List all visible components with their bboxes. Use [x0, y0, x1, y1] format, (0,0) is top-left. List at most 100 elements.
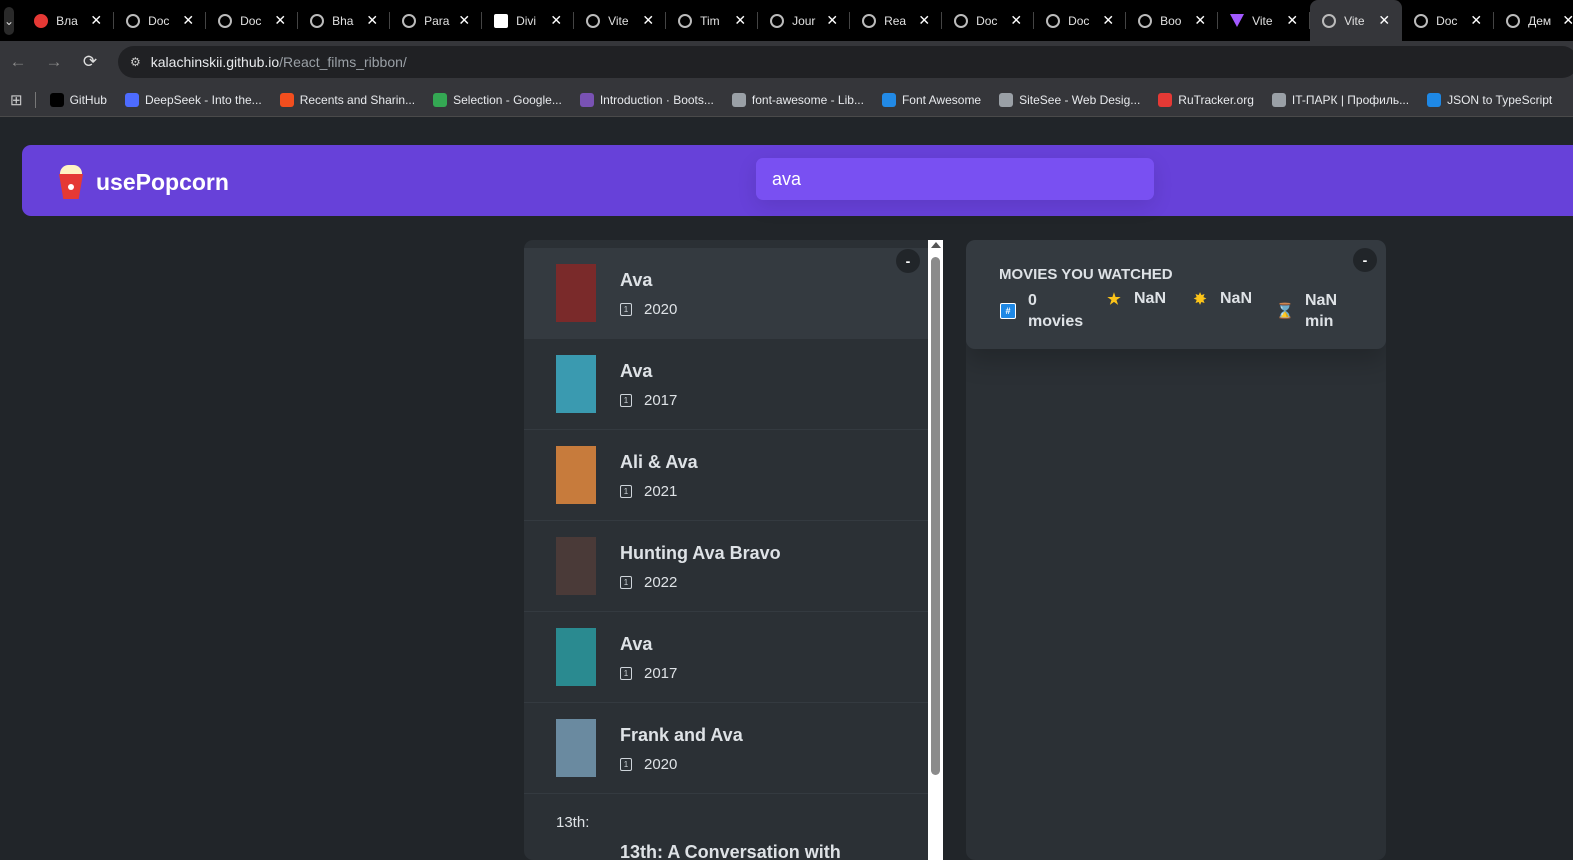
movie-year-row: 1 2020	[620, 301, 677, 318]
globe-icon	[1138, 13, 1153, 28]
browser-tab[interactable]: Doc ✕	[1034, 0, 1127, 41]
close-tab-icon[interactable]: ✕	[826, 12, 838, 29]
browser-tab[interactable]: Vite ✕	[574, 0, 667, 41]
bookmark-favicon-icon	[49, 92, 64, 107]
bookmark-item[interactable]: SiteSee - Web Desig...	[999, 92, 1140, 107]
bookmark-favicon-icon	[124, 92, 139, 107]
imdb-rating-value: NaN	[1134, 290, 1167, 307]
close-tab-icon[interactable]: ✕	[734, 12, 746, 29]
bookmark-favicon-icon	[1427, 92, 1442, 107]
tab-search-button[interactable]: ⌄	[4, 6, 15, 35]
calendar-icon: 1	[620, 485, 632, 498]
bookmark-favicon-icon	[579, 92, 594, 107]
forward-button[interactable]: →	[36, 44, 72, 80]
calendar-icon: 1	[620, 667, 632, 680]
star-icon: ★	[1107, 291, 1121, 308]
bookmark-item[interactable]: DeepSeek - Into the...	[124, 92, 262, 107]
search-input[interactable]	[756, 158, 1154, 200]
back-button[interactable]: ←	[0, 44, 36, 80]
movie-year: 2017	[644, 392, 678, 409]
browser-tab[interactable]: Vite ✕	[1218, 0, 1311, 41]
bookmark-item[interactable]: Selection - Google...	[433, 92, 562, 107]
stat-movies-count: # 0 movies	[1000, 290, 1088, 332]
bookmark-item[interactable]: font-awesome - Lib...	[731, 92, 864, 107]
browser-tab[interactable]: Doc ✕	[942, 0, 1035, 41]
close-tab-icon[interactable]: ✕	[550, 12, 562, 29]
movie-list-item[interactable]: Hunting Ava Bravo 1 2022	[524, 521, 928, 612]
globe-icon	[402, 13, 417, 28]
close-tab-icon[interactable]: ✕	[1562, 12, 1573, 29]
close-tab-icon[interactable]: ✕	[918, 12, 930, 29]
movie-list-item[interactable]: Ava 1 2017	[524, 612, 928, 703]
bookmark-item[interactable]: Font Awesome	[881, 92, 981, 107]
browser-tab[interactable]: Doc ✕	[114, 0, 207, 41]
results-toggle-button[interactable]: -	[896, 249, 920, 273]
browser-tab[interactable]: Boo ✕	[1126, 0, 1219, 41]
movie-list-item[interactable]: Ava 1 2017	[524, 339, 928, 430]
close-tab-icon[interactable]: ✕	[458, 12, 470, 29]
results-scrollbar[interactable]	[928, 240, 943, 860]
browser-tab[interactable]: Vite ✕	[1310, 0, 1403, 41]
browser-tab[interactable]: Bha ✕	[298, 0, 391, 41]
browser-tab-strip: ⌄ Вла ✕ Doc ✕ Doc ✕ Bha ✕ Para ✕ Divi ✕ Vite ✕ Tim ✕ Jou…	[0, 0, 1573, 41]
browser-tab[interactable]: Divi ✕	[482, 0, 575, 41]
close-tab-icon[interactable]: ✕	[366, 12, 378, 29]
browser-tab[interactable]: Doc ✕	[206, 0, 299, 41]
bookmark-label: DeepSeek - Into the...	[144, 92, 262, 107]
close-tab-icon[interactable]: ✕	[1194, 12, 1206, 29]
close-tab-icon[interactable]: ✕	[182, 12, 194, 29]
url-host: kalachinskii.github.io	[150, 54, 280, 70]
globe-icon	[862, 13, 877, 28]
address-bar[interactable]: ⚙ kalachinskii.github.io/React_films_rib…	[118, 46, 1573, 78]
browser-tab[interactable]: Rea ✕	[850, 0, 943, 41]
movie-list-item[interactable]: Frank and Ava 1 2020	[524, 703, 928, 794]
browser-toolbar: ← → ⟳ ⚙ kalachinskii.github.io/React_fil…	[0, 41, 1573, 83]
close-tab-icon[interactable]: ✕	[642, 12, 654, 29]
popcorn-icon	[58, 165, 84, 199]
apps-grid-icon[interactable]: ⊞	[10, 91, 23, 109]
browser-tab[interactable]: Дем ✕	[1494, 0, 1573, 41]
close-tab-icon[interactable]: ✕	[90, 12, 102, 29]
movie-poster: 13th:	[556, 814, 590, 831]
bookmark-item[interactable]: RuTracker.org	[1158, 92, 1254, 107]
bookmark-item[interactable]: GitHub	[49, 92, 107, 107]
movie-year-row: 1 2020	[620, 756, 677, 773]
site-info-icon[interactable]: ⚙	[130, 55, 141, 69]
browser-tab[interactable]: Para ✕	[390, 0, 483, 41]
bookmark-label: Recents and Sharin...	[299, 92, 416, 107]
close-tab-icon[interactable]: ✕	[1010, 12, 1022, 29]
close-tab-icon[interactable]: ✕	[1470, 12, 1482, 29]
movie-year: 2022	[644, 574, 678, 591]
stat-runtime: ⌛ NaN min	[1276, 290, 1365, 332]
globe-icon	[1506, 13, 1521, 28]
bookmark-favicon-icon	[1158, 92, 1173, 107]
calendar-icon: 1	[620, 303, 632, 316]
close-tab-icon[interactable]: ✕	[1102, 12, 1114, 29]
tab-title: Divi	[516, 13, 537, 28]
watched-toggle-button[interactable]: -	[1353, 248, 1377, 272]
scroll-up-arrow-icon[interactable]	[931, 242, 941, 248]
movie-list-item[interactable]: Ali & Ava 1 2021	[524, 430, 928, 521]
browser-tab[interactable]: Вла ✕	[22, 0, 115, 41]
scroll-thumb[interactable]	[931, 257, 940, 775]
browser-tab[interactable]: Doc ✕	[1402, 0, 1495, 41]
bookmark-item[interactable]: Introduction · Boots...	[579, 92, 714, 107]
close-tab-icon[interactable]: ✕	[1378, 12, 1390, 29]
browser-tab[interactable]: Tim ✕	[666, 0, 759, 41]
bookmark-item[interactable]: Recents and Sharin...	[279, 92, 416, 107]
browser-tab[interactable]: Jour ✕	[758, 0, 851, 41]
movies-label: movies	[1028, 313, 1084, 330]
globe-icon	[310, 13, 325, 28]
movie-title: Ali & Ava	[620, 452, 698, 472]
tab-title: Doc	[1068, 13, 1090, 28]
movie-list-item[interactable]: 13th: 13th: A Conversation with	[524, 794, 928, 860]
bookmark-item[interactable]: IT-ПАРК | Профиль...	[1271, 92, 1409, 107]
movie-list-item[interactable]: Ava 1 2020	[524, 248, 928, 339]
close-tab-icon[interactable]: ✕	[274, 12, 286, 29]
reload-button[interactable]: ⟳	[72, 44, 108, 80]
bookmark-item[interactable]: JSON to TypeScript	[1427, 92, 1553, 107]
close-tab-icon[interactable]: ✕	[1286, 12, 1298, 29]
bookmark-label: JSON to TypeScript	[1447, 92, 1553, 107]
movie-poster	[556, 264, 596, 322]
movie-poster	[556, 719, 596, 777]
